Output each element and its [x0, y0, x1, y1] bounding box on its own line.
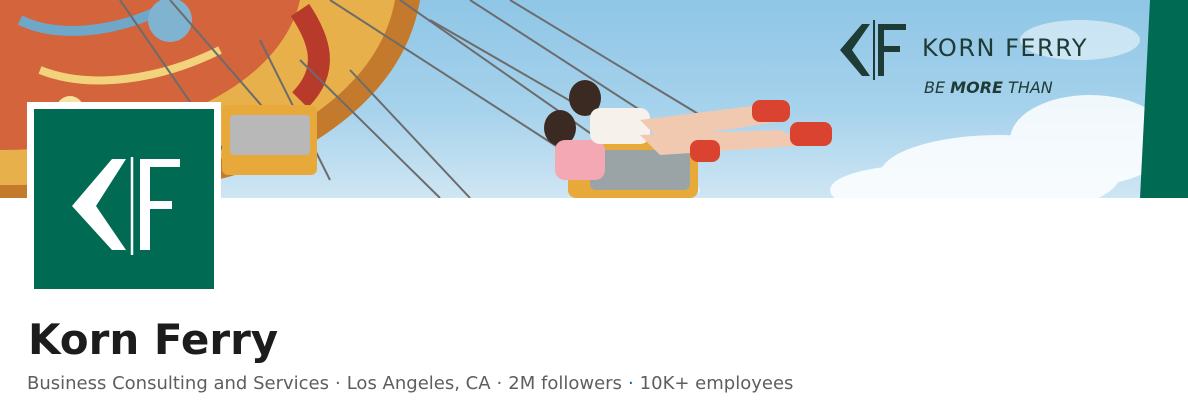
company-page-header: KORN FERRY BE MORE THAN Korn Ferry Busin…: [0, 0, 1188, 402]
cover-tagline: BE MORE THAN: [924, 78, 1053, 97]
company-location: Los Angeles, CA: [346, 373, 491, 394]
cover-tagline-be: BE: [924, 78, 951, 97]
company-industry: Business Consulting and Services: [27, 373, 329, 394]
cover-tagline-than: THAN: [1002, 78, 1053, 97]
separator-dot: ·: [496, 373, 503, 394]
company-logo-tile: [34, 109, 214, 289]
kf-logo-icon: [72, 157, 180, 255]
company-followers[interactable]: 2M followers: [508, 373, 622, 394]
cover-logo-icon: [840, 20, 906, 80]
company-logo[interactable]: [27, 102, 221, 296]
separator-dot: ·: [627, 373, 634, 394]
cover-tagline-more: MORE: [950, 78, 1003, 97]
company-employees[interactable]: 10K+ employees: [640, 373, 794, 394]
cover-brand-name: KORN FERRY: [922, 34, 1089, 62]
company-meta: Business Consulting and Services · Los Ang…: [27, 372, 793, 396]
cover-brand-lockup: KORN FERRY BE MORE THAN: [836, 18, 1156, 108]
company-name: Korn Ferry: [28, 315, 279, 364]
separator-dot: ·: [334, 373, 341, 394]
